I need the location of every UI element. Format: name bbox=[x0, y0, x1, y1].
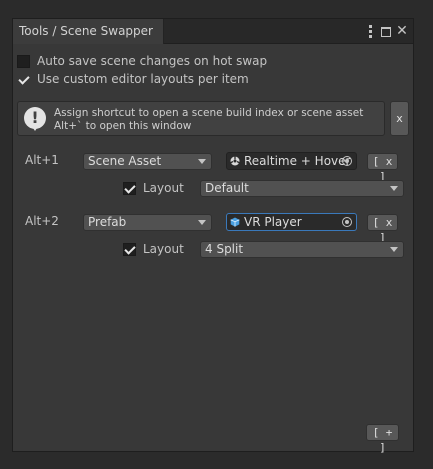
custom-layouts-checkbox[interactable] bbox=[17, 73, 30, 86]
scene-asset-icon bbox=[230, 156, 240, 166]
layout-dropdown[interactable]: 4 Split bbox=[200, 241, 404, 258]
layout-label: Layout bbox=[143, 181, 184, 195]
auto-save-option[interactable]: Auto save scene changes on hot swap bbox=[17, 52, 267, 70]
chevron-down-icon bbox=[390, 247, 398, 252]
auto-save-checkbox[interactable] bbox=[17, 54, 30, 68]
layout-toggle[interactable]: Layout bbox=[123, 179, 184, 197]
remove-item-button[interactable]: [ x ] bbox=[367, 214, 398, 244]
dismiss-help-button[interactable]: x bbox=[390, 101, 409, 136]
object-field[interactable]: VR Player bbox=[226, 213, 357, 231]
add-item-button[interactable]: [ + ] bbox=[366, 424, 399, 454]
object-picker-icon[interactable] bbox=[342, 217, 352, 227]
layout-value: Default bbox=[205, 181, 249, 195]
close-icon[interactable]: ✕ bbox=[395, 22, 409, 40]
layout-toggle[interactable]: Layout bbox=[123, 240, 184, 258]
help-text: Assign shortcut to open a scene build in… bbox=[54, 107, 364, 132]
help-box: ! Assign shortcut to open a scene build … bbox=[17, 101, 385, 136]
object-picker-icon[interactable] bbox=[342, 156, 352, 166]
scene-swapper-window: Tools / Scene Swapper ✕ Auto save scene … bbox=[12, 18, 414, 454]
shortcut-label: Alt+2 bbox=[25, 214, 59, 228]
object-field-value: VR Player bbox=[244, 215, 302, 229]
tab-scene-swapper[interactable]: Tools / Scene Swapper bbox=[13, 19, 164, 44]
layout-label: Layout bbox=[143, 242, 184, 256]
layout-dropdown[interactable]: Default bbox=[200, 180, 404, 197]
kebab-menu-icon[interactable] bbox=[363, 22, 377, 40]
chevron-down-icon bbox=[198, 159, 206, 164]
item-type-dropdown[interactable]: Scene Asset bbox=[83, 153, 212, 170]
shortcut-label: Alt+1 bbox=[25, 153, 59, 167]
info-icon: ! bbox=[24, 107, 46, 131]
layout-checkbox[interactable] bbox=[123, 181, 136, 195]
object-field[interactable]: Realtime + Hover bbox=[226, 152, 357, 170]
item-type-dropdown[interactable]: Prefab bbox=[83, 214, 212, 231]
auto-save-label: Auto save scene changes on hot swap bbox=[37, 54, 268, 68]
layout-value: 4 Split bbox=[205, 242, 244, 256]
object-field-value: Realtime + Hover bbox=[244, 154, 351, 168]
layout-checkbox[interactable] bbox=[123, 242, 136, 256]
prefab-icon bbox=[230, 217, 240, 227]
item-type-value: Prefab bbox=[88, 215, 127, 229]
custom-layouts-label: Use custom editor layouts per item bbox=[37, 72, 249, 86]
remove-item-button[interactable]: [ x ] bbox=[367, 153, 398, 183]
chevron-down-icon bbox=[198, 220, 206, 225]
maximize-icon[interactable] bbox=[379, 22, 393, 40]
item-type-value: Scene Asset bbox=[88, 154, 162, 168]
custom-layouts-option[interactable]: Use custom editor layouts per item bbox=[17, 70, 249, 88]
chevron-down-icon bbox=[390, 186, 398, 191]
tab-bar: Tools / Scene Swapper ✕ bbox=[13, 19, 413, 44]
